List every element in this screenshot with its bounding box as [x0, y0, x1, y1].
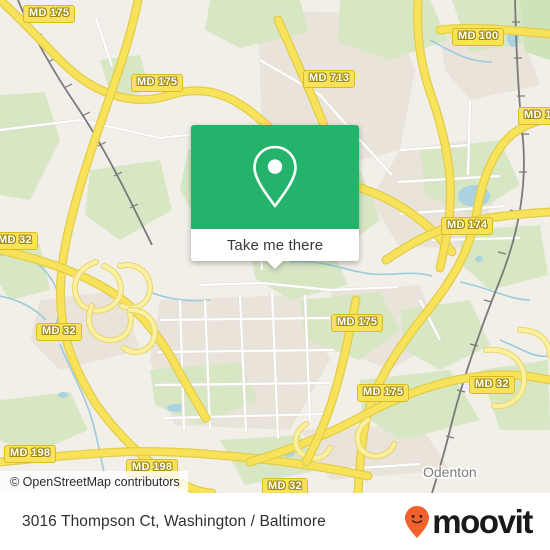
- callout-pointer-arrow: [266, 260, 284, 269]
- map-pin-icon: [253, 145, 297, 208]
- map-screenshot-root: .land { fill:#f2efe9; } .greenarea { fil…: [0, 0, 550, 550]
- address-label: 3016 Thompson Ct, Washington / Baltimore: [22, 512, 326, 530]
- moovit-logo[interactable]: moovit: [404, 503, 533, 540]
- road-shield: MD 198: [4, 445, 57, 463]
- callout-action-bar[interactable]: Take me there: [191, 229, 359, 269]
- road-shield: MD 175: [23, 5, 76, 23]
- footer-bar: 3016 Thompson Ct, Washington / Baltimore…: [0, 493, 550, 550]
- moovit-wordmark: moovit: [432, 503, 533, 540]
- road-shield: MD 100: [452, 28, 505, 46]
- road-shield: MD 174: [441, 217, 494, 235]
- road-shield: MD 32: [469, 376, 515, 394]
- attribution-text: © OpenStreetMap contributors: [10, 475, 180, 489]
- take-me-there-label: Take me there: [226, 236, 324, 254]
- road-shield: MD 175: [131, 74, 184, 92]
- road-shield: MD 32: [0, 232, 38, 250]
- place-label-odenton: Odenton: [423, 464, 477, 480]
- road-shield: MD 17: [518, 107, 550, 125]
- callout-icon-panel: [191, 125, 359, 229]
- map-canvas[interactable]: .land { fill:#f2efe9; } .greenarea { fil…: [0, 0, 550, 493]
- road-shield: MD 175: [331, 314, 384, 332]
- destination-callout-card[interactable]: Take me there: [191, 125, 359, 269]
- moovit-pin-icon: [405, 505, 430, 538]
- road-shield: MD 32: [262, 478, 308, 493]
- road-shield: MD 175: [357, 384, 410, 402]
- road-shield: MD 713: [303, 70, 356, 88]
- map-attribution[interactable]: © OpenStreetMap contributors: [0, 471, 188, 493]
- road-shield: MD 32: [36, 323, 82, 341]
